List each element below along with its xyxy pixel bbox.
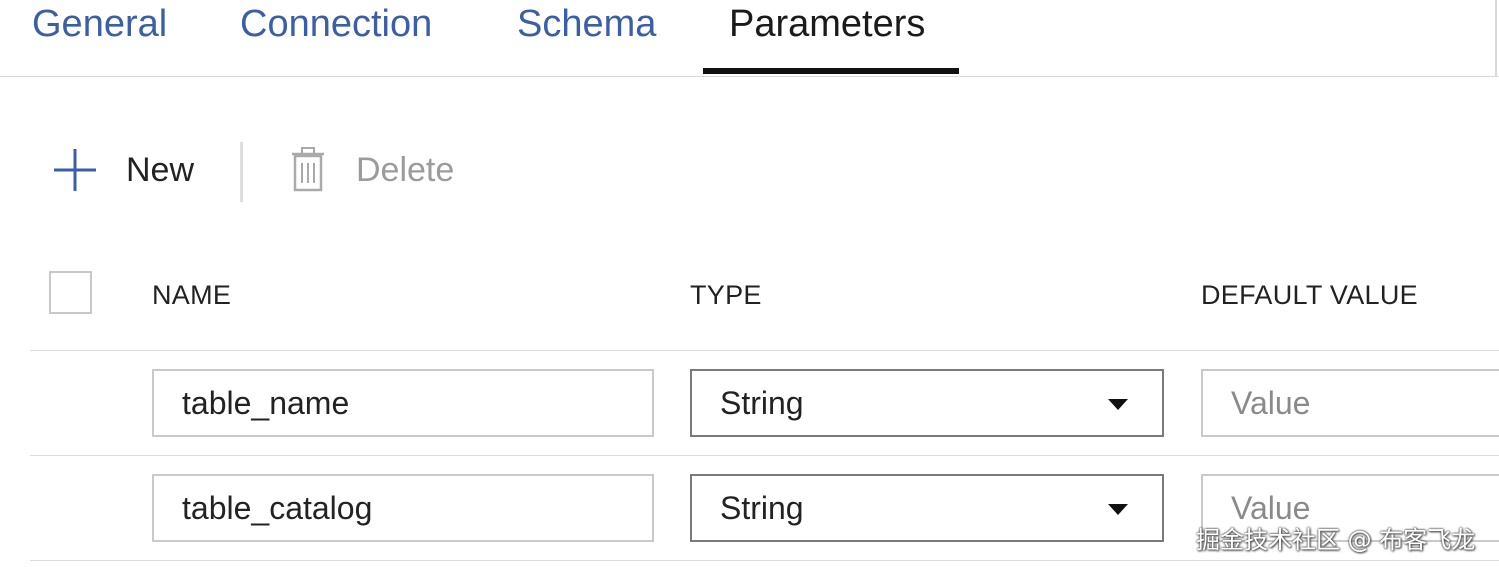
active-tab-indicator [703, 68, 959, 74]
toolbar-separator [240, 142, 243, 202]
caret-down-icon [1108, 504, 1128, 515]
tab-general[interactable]: General [32, 0, 167, 76]
column-header-type: TYPE [690, 280, 762, 310]
parameter-type-select[interactable]: String [690, 474, 1164, 542]
table-row: table_name String Value [30, 351, 1499, 456]
column-header-default-value: DEFAULT VALUE [1201, 280, 1418, 310]
watermark: 掘金技术社区 @ 布客飞龙 [1196, 526, 1476, 554]
default-value-input[interactable]: Value [1201, 369, 1499, 437]
delete-button-label: Delete [356, 150, 455, 189]
parameter-name-value: table_name [182, 384, 350, 421]
select-all-checkbox[interactable] [49, 271, 92, 314]
new-button-label: New [126, 150, 195, 189]
new-button[interactable]: New [52, 130, 194, 210]
parameter-name-value: table_catalog [182, 489, 373, 526]
parameter-name-input[interactable]: table_name [152, 369, 654, 437]
parameters-panel: General Connection Schema Parameters New [0, 0, 1499, 567]
parameter-type-select[interactable]: String [690, 369, 1164, 437]
table-header: NAME TYPE DEFAULT VALUE [30, 262, 1499, 351]
tab-parameters[interactable]: Parameters [729, 0, 925, 76]
trash-icon [292, 147, 324, 192]
parameter-type-value: String [720, 489, 804, 526]
column-header-name: NAME [152, 280, 232, 310]
tab-bar: General Connection Schema Parameters [0, 0, 1499, 77]
caret-down-icon [1108, 399, 1128, 410]
delete-button[interactable]: Delete [288, 130, 454, 210]
plus-icon [54, 149, 96, 191]
panel-divider [1495, 0, 1497, 76]
parameter-name-input[interactable]: table_catalog [152, 474, 654, 542]
tab-connection[interactable]: Connection [240, 0, 432, 76]
default-value-placeholder: Value [1231, 384, 1311, 421]
tab-schema[interactable]: Schema [517, 0, 656, 76]
parameter-type-value: String [720, 384, 804, 421]
toolbar: New Delete [0, 130, 700, 210]
